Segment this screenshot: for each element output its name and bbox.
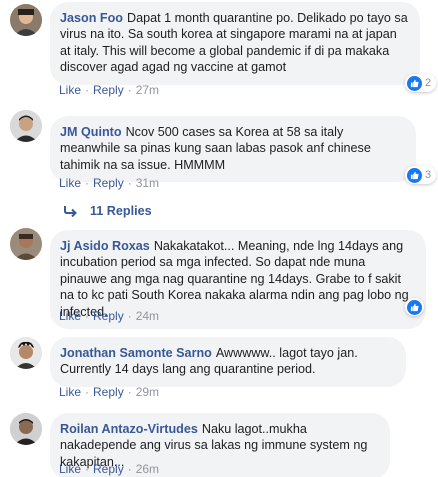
comment-bubble: Jonathan Samonte Sarno Awwwww.. lagot tay… (50, 337, 406, 387)
timestamp[interactable]: 27m (136, 83, 159, 97)
reaction-number: 2 (425, 77, 432, 89)
comment-bubble: Jason Foo Dapat 1 month quarantine po. De… (50, 2, 420, 85)
reply-arrow-icon (64, 206, 77, 217)
avatar-image (10, 110, 42, 142)
timestamp[interactable]: 24m (136, 309, 159, 323)
separator: · (127, 309, 132, 323)
like-icon (407, 75, 422, 91)
comment-author[interactable]: Jonathan Samonte Sarno (60, 346, 212, 360)
avatar-image (10, 337, 42, 369)
comment-bubble: JM Quinto Ncov 500 cases sa Korea at 58 s… (50, 116, 416, 183)
comment-actions: Like · Reply · 29m (59, 385, 159, 399)
avatar-image (10, 4, 42, 36)
timestamp[interactable]: 31m (136, 176, 159, 190)
separator: · (85, 385, 90, 399)
separator: · (127, 385, 132, 399)
reaction-count[interactable] (405, 298, 424, 316)
avatar-image (10, 413, 42, 445)
separator: · (85, 309, 90, 323)
avatar[interactable] (10, 337, 42, 369)
avatar[interactable] (10, 228, 42, 260)
reply-link[interactable]: Reply (93, 462, 124, 476)
separator: · (85, 462, 90, 476)
comment-author[interactable]: JM Quinto (60, 125, 122, 139)
like-link[interactable]: Like (59, 176, 81, 190)
reply-link[interactable]: Reply (93, 385, 124, 399)
separator: · (127, 462, 132, 476)
comment-author[interactable]: Roilan Antazo-Virtudes (60, 422, 198, 436)
avatar[interactable] (10, 413, 42, 445)
reaction-count[interactable]: 3 (405, 166, 437, 184)
separator: · (85, 83, 90, 97)
reply-link[interactable]: Reply (93, 176, 124, 190)
reply-link[interactable]: Reply (93, 309, 124, 323)
reply-link[interactable]: Reply (93, 83, 124, 97)
like-link[interactable]: Like (59, 462, 81, 476)
comment-actions: Like · Reply · 27m (59, 83, 159, 97)
avatar-image (10, 228, 42, 260)
separator: · (127, 83, 132, 97)
like-icon (407, 167, 422, 183)
like-link[interactable]: Like (59, 83, 81, 97)
comment-actions: Like · Reply · 24m (59, 309, 159, 323)
separator: · (85, 176, 90, 190)
comment-actions: Like · Reply · 31m (59, 176, 159, 190)
reaction-count[interactable]: 2 (405, 74, 437, 92)
replies-count[interactable]: 11 Replies (90, 204, 152, 218)
like-link[interactable]: Like (59, 385, 81, 399)
comment-author[interactable]: Jj Asido Roxas (60, 239, 150, 253)
like-link[interactable]: Like (59, 309, 81, 323)
comment-actions: Like · Reply · 26m (59, 462, 159, 476)
separator: · (127, 176, 132, 190)
comment-author[interactable]: Jason Foo (60, 11, 123, 25)
view-replies-link[interactable]: 11 Replies (64, 204, 152, 218)
timestamp[interactable]: 29m (136, 385, 159, 399)
timestamp[interactable]: 26m (136, 462, 159, 476)
like-icon (407, 299, 422, 315)
avatar[interactable] (10, 4, 42, 36)
avatar[interactable] (10, 110, 42, 142)
reaction-number: 3 (425, 169, 432, 181)
